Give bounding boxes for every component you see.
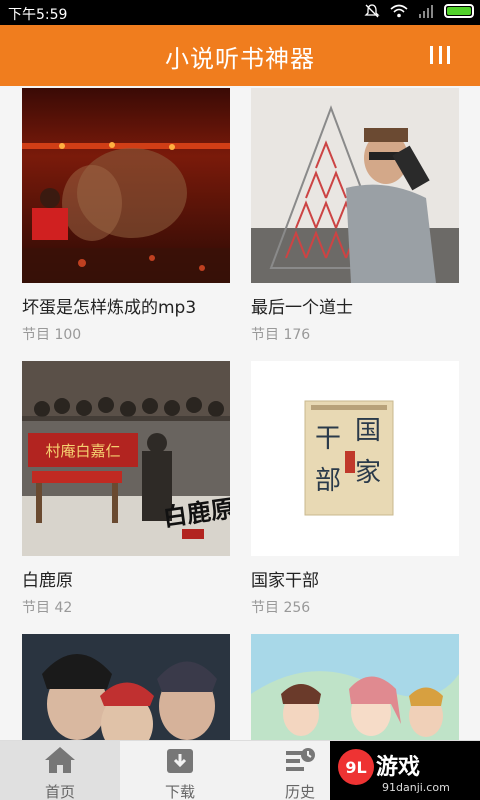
- book-grid[interactable]: 坏蛋是怎样炼成的mp3 节目 100 最后一个道士 节目 176 村庵白嘉仁 白…: [0, 86, 480, 740]
- signal-icon: [419, 5, 433, 18]
- watermark-logo: 9L: [338, 749, 374, 785]
- book-card[interactable]: 干 国 部 家 国家干部 节目 256: [251, 361, 459, 617]
- history-icon: [286, 748, 315, 771]
- status-bar: 下午5:59: [0, 0, 480, 25]
- book-card[interactable]: 坏蛋是怎样炼成的mp3 节目 100: [22, 88, 230, 344]
- cover-char-guo: 国: [355, 416, 381, 446]
- episode-count: 节目 42: [22, 600, 73, 616]
- status-icons: [364, 3, 474, 19]
- bottom-nav: 首页 下载 历史 9L 游戏 91danji.com: [0, 740, 480, 800]
- battery-icon: [444, 4, 474, 18]
- wifi-icon: [390, 4, 408, 18]
- book-card[interactable]: 村庵白嘉仁 白鹿原 白鹿原 节目 42: [22, 361, 230, 617]
- book-card[interactable]: 最后一个道士 节目 176: [251, 88, 459, 344]
- mute-icon: [364, 4, 380, 18]
- tab-home[interactable]: 首页: [0, 741, 120, 800]
- app-title: 小说听书神器: [165, 45, 315, 73]
- cover-char-gan: 干: [315, 424, 341, 454]
- app-header: 小说听书神器: [0, 25, 480, 86]
- status-time: 下午5:59: [8, 7, 68, 23]
- home-icon: [45, 747, 75, 773]
- book-card[interactable]: [251, 634, 459, 740]
- tab-download[interactable]: 下载: [120, 741, 240, 800]
- book-cover[interactable]: [22, 88, 230, 283]
- book-card[interactable]: [22, 634, 230, 740]
- book-cover[interactable]: [251, 88, 459, 283]
- tab-label: 首页: [44, 783, 75, 800]
- episode-count: 节目 176: [251, 327, 311, 343]
- book-cover[interactable]: [22, 634, 230, 740]
- book-title[interactable]: 白鹿原: [22, 566, 230, 591]
- banner-text: 村庵白嘉仁: [45, 442, 120, 460]
- watermark-text: 游戏: [376, 755, 421, 780]
- cover-char-jia: 家: [355, 458, 381, 488]
- episode-count: 节目 256: [251, 600, 311, 616]
- watermark-url: 91danji.com: [382, 781, 450, 794]
- tab-label: 下载: [164, 783, 195, 800]
- episode-count: 节目 100: [22, 327, 82, 343]
- book-cover[interactable]: 干 国 部 家: [251, 361, 459, 556]
- download-icon: [167, 749, 193, 773]
- book-title[interactable]: 最后一个道士: [251, 293, 459, 318]
- book-cover[interactable]: [251, 634, 459, 740]
- book-title[interactable]: 坏蛋是怎样炼成的mp3: [22, 293, 230, 318]
- menu-icon[interactable]: [430, 46, 450, 66]
- cover-char-bu: 部: [315, 466, 341, 496]
- watermark: 9L 游戏 91danji.com: [330, 741, 480, 800]
- book-title[interactable]: 国家干部: [251, 566, 459, 591]
- book-cover[interactable]: 村庵白嘉仁 白鹿原: [22, 361, 230, 556]
